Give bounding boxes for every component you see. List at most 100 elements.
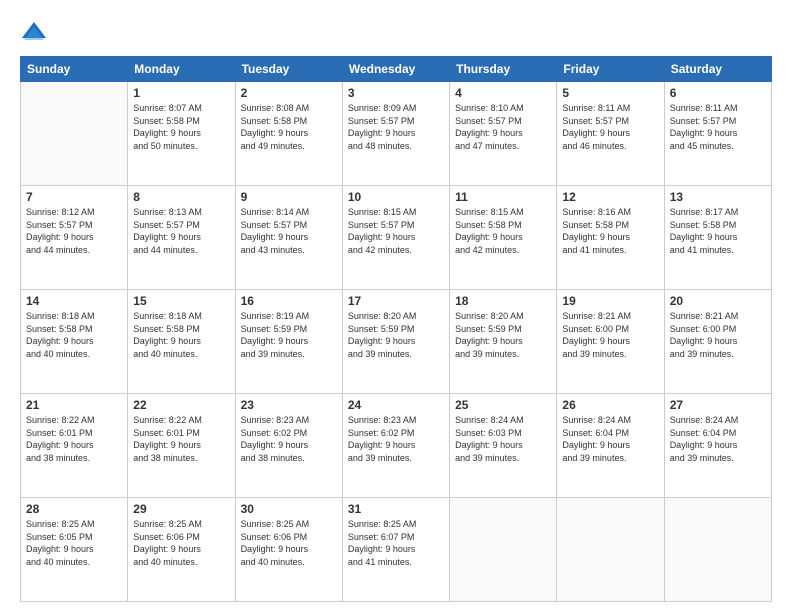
day-number: 10 [348, 190, 444, 204]
day-number: 30 [241, 502, 337, 516]
weekday-header-cell: Tuesday [235, 57, 342, 82]
day-info: Sunrise: 8:18 AM Sunset: 5:58 PM Dayligh… [133, 310, 229, 360]
day-info: Sunrise: 8:13 AM Sunset: 5:57 PM Dayligh… [133, 206, 229, 256]
weekday-header-cell: Saturday [664, 57, 771, 82]
day-info: Sunrise: 8:21 AM Sunset: 6:00 PM Dayligh… [670, 310, 766, 360]
day-info: Sunrise: 8:23 AM Sunset: 6:02 PM Dayligh… [348, 414, 444, 464]
calendar-body: 1Sunrise: 8:07 AM Sunset: 5:58 PM Daylig… [21, 82, 772, 602]
day-number: 3 [348, 86, 444, 100]
day-info: Sunrise: 8:08 AM Sunset: 5:58 PM Dayligh… [241, 102, 337, 152]
calendar-cell: 4 Sunrise: 8:10 AM Sunset: 5:57 PM Daylig… [450, 82, 557, 186]
calendar-cell: 24Sunrise: 8:23 AM Sunset: 6:02 PM Dayli… [342, 394, 449, 498]
calendar-cell: 25 Sunrise: 8:24 AM Sunset: 6:03 PM Dayli… [450, 394, 557, 498]
calendar-cell: 15 Sunrise: 8:18 AM Sunset: 5:58 PM Dayli… [128, 290, 235, 394]
day-number: 6 [670, 86, 766, 100]
calendar-cell: 28 Sunrise: 8:25 AM Sunset: 6:05 PM Dayli… [21, 498, 128, 602]
day-number: 12 [562, 190, 658, 204]
calendar-cell: 23Sunrise: 8:23 AM Sunset: 6:02 PM Dayli… [235, 394, 342, 498]
day-info: Sunrise: 8:24 AM Sunset: 6:04 PM Dayligh… [562, 414, 658, 464]
day-number: 16 [241, 294, 337, 308]
calendar-week-row: 21Sunrise: 8:22 AM Sunset: 6:01 PM Dayli… [21, 394, 772, 498]
day-number: 13 [670, 190, 766, 204]
day-number: 2 [241, 86, 337, 100]
day-number: 28 [26, 502, 122, 516]
calendar-cell [21, 82, 128, 186]
day-number: 29 [133, 502, 229, 516]
day-info: Sunrise: 8:24 AM Sunset: 6:04 PM Dayligh… [670, 414, 766, 464]
day-number: 23 [241, 398, 337, 412]
calendar-cell: 26 Sunrise: 8:24 AM Sunset: 6:04 PM Dayli… [557, 394, 664, 498]
day-number: 17 [348, 294, 444, 308]
day-number: 25 [455, 398, 551, 412]
calendar-cell: 3 Sunrise: 8:09 AM Sunset: 5:57 PM Daylig… [342, 82, 449, 186]
day-info: Sunrise: 8:22 AM Sunset: 6:01 PM Dayligh… [133, 414, 229, 464]
day-info: Sunrise: 8:12 AM Sunset: 5:57 PM Dayligh… [26, 206, 122, 256]
day-info: Sunrise: 8:25 AM Sunset: 6:07 PM Dayligh… [348, 518, 444, 568]
calendar-cell: 31 Sunrise: 8:25 AM Sunset: 6:07 PM Dayli… [342, 498, 449, 602]
day-number: 5 [562, 86, 658, 100]
calendar-cell: 18 Sunrise: 8:20 AM Sunset: 5:59 PM Dayli… [450, 290, 557, 394]
calendar-table: SundayMondayTuesdayWednesdayThursdayFrid… [20, 56, 772, 602]
day-number: 31 [348, 502, 444, 516]
day-info: Sunrise: 8:20 AM Sunset: 5:59 PM Dayligh… [348, 310, 444, 360]
day-number: 4 [455, 86, 551, 100]
calendar-cell: 16 Sunrise: 8:19 AM Sunset: 5:59 PM Dayli… [235, 290, 342, 394]
calendar-week-row: 1Sunrise: 8:07 AM Sunset: 5:58 PM Daylig… [21, 82, 772, 186]
day-number: 26 [562, 398, 658, 412]
day-number: 15 [133, 294, 229, 308]
day-number: 14 [26, 294, 122, 308]
calendar-week-row: 28 Sunrise: 8:25 AM Sunset: 6:05 PM Dayli… [21, 498, 772, 602]
page: SundayMondayTuesdayWednesdayThursdayFrid… [0, 0, 792, 612]
day-info: Sunrise: 8:20 AM Sunset: 5:59 PM Dayligh… [455, 310, 551, 360]
day-number: 9 [241, 190, 337, 204]
header [20, 18, 772, 46]
calendar-cell: 20 Sunrise: 8:21 AM Sunset: 6:00 PM Dayli… [664, 290, 771, 394]
calendar-cell: 7 Sunrise: 8:12 AM Sunset: 5:57 PM Daylig… [21, 186, 128, 290]
day-info: Sunrise: 8:15 AM Sunset: 5:58 PM Dayligh… [455, 206, 551, 256]
day-info: Sunrise: 8:16 AM Sunset: 5:58 PM Dayligh… [562, 206, 658, 256]
day-number: 7 [26, 190, 122, 204]
calendar-cell: 13 Sunrise: 8:17 AM Sunset: 5:58 PM Dayli… [664, 186, 771, 290]
logo-icon [20, 18, 48, 46]
calendar-cell: 2 Sunrise: 8:08 AM Sunset: 5:58 PM Daylig… [235, 82, 342, 186]
calendar-cell: 1Sunrise: 8:07 AM Sunset: 5:58 PM Daylig… [128, 82, 235, 186]
weekday-header-cell: Wednesday [342, 57, 449, 82]
day-number: 19 [562, 294, 658, 308]
calendar-cell: 12 Sunrise: 8:16 AM Sunset: 5:58 PM Dayli… [557, 186, 664, 290]
day-info: Sunrise: 8:19 AM Sunset: 5:59 PM Dayligh… [241, 310, 337, 360]
calendar-cell: 14Sunrise: 8:18 AM Sunset: 5:58 PM Dayli… [21, 290, 128, 394]
day-info: Sunrise: 8:25 AM Sunset: 6:06 PM Dayligh… [133, 518, 229, 568]
calendar-cell [664, 498, 771, 602]
weekday-header-cell: Thursday [450, 57, 557, 82]
day-number: 27 [670, 398, 766, 412]
calendar-cell: 5 Sunrise: 8:11 AM Sunset: 5:57 PM Daylig… [557, 82, 664, 186]
day-number: 18 [455, 294, 551, 308]
calendar-cell: 21Sunrise: 8:22 AM Sunset: 6:01 PM Dayli… [21, 394, 128, 498]
calendar-cell: 10 Sunrise: 8:15 AM Sunset: 5:57 PM Dayli… [342, 186, 449, 290]
calendar-cell: 29 Sunrise: 8:25 AM Sunset: 6:06 PM Dayli… [128, 498, 235, 602]
day-info: Sunrise: 8:25 AM Sunset: 6:05 PM Dayligh… [26, 518, 122, 568]
logo [20, 18, 52, 46]
day-number: 20 [670, 294, 766, 308]
calendar-cell: 27 Sunrise: 8:24 AM Sunset: 6:04 PM Dayli… [664, 394, 771, 498]
day-info: Sunrise: 8:11 AM Sunset: 5:57 PM Dayligh… [562, 102, 658, 152]
weekday-header-cell: Sunday [21, 57, 128, 82]
calendar-week-row: 14 Sunrise: 8:18 AM Sunset: 5:58 PM Dayli… [21, 290, 772, 394]
day-info: Sunrise: 8:10 AM Sunset: 5:57 PM Dayligh… [455, 102, 551, 152]
day-info: Sunrise: 8:11 AM Sunset: 5:57 PM Dayligh… [670, 102, 766, 152]
day-info: Sunrise: 8:15 AM Sunset: 5:57 PM Dayligh… [348, 206, 444, 256]
calendar-cell [450, 498, 557, 602]
calendar-cell [557, 498, 664, 602]
weekday-header-cell: Friday [557, 57, 664, 82]
day-info: Sunrise: 8:09 AM Sunset: 5:57 PM Dayligh… [348, 102, 444, 152]
day-info: Sunrise: 8:07 AM Sunset: 5:58 PM Dayligh… [133, 102, 229, 152]
day-info: Sunrise: 8:22 AM Sunset: 6:01 PM Dayligh… [26, 414, 122, 464]
day-number: 11 [455, 190, 551, 204]
day-info: Sunrise: 8:14 AM Sunset: 5:57 PM Dayligh… [241, 206, 337, 256]
calendar-week-row: 7 Sunrise: 8:12 AM Sunset: 5:57 PM Daylig… [21, 186, 772, 290]
calendar-cell: 9 Sunrise: 8:14 AM Sunset: 5:57 PM Daylig… [235, 186, 342, 290]
weekday-header-row: SundayMondayTuesdayWednesdayThursdayFrid… [21, 57, 772, 82]
day-info: Sunrise: 8:24 AM Sunset: 6:03 PM Dayligh… [455, 414, 551, 464]
calendar-cell: 19Sunrise: 8:21 AM Sunset: 6:00 PM Dayli… [557, 290, 664, 394]
day-info: Sunrise: 8:17 AM Sunset: 5:58 PM Dayligh… [670, 206, 766, 256]
